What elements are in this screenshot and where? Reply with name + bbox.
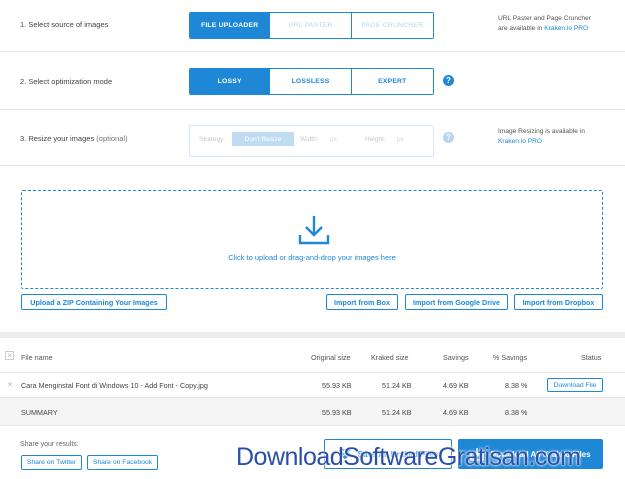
source-note-line2: are available in Kraken.io PRO	[498, 24, 591, 34]
strategy-select[interactable]: Don't Resize	[232, 132, 294, 146]
results-table-header: ✕ File name Original size Kraked size Sa…	[0, 343, 625, 373]
summary-savings: 4.69 KB	[443, 408, 469, 417]
page-cruncher-tab[interactable]: PAGE CRUNCHER	[351, 13, 433, 38]
file-uploader-tab[interactable]: FILE UPLOADER	[190, 13, 271, 38]
resize-options-box: Strategy: Don't Resize Width: px Height:…	[189, 125, 434, 157]
source-note-line1: URL Paster and Page Cruncher	[498, 15, 591, 22]
download-file-button[interactable]: Download File	[547, 378, 603, 392]
row-original-size: 55.93 KB	[322, 381, 352, 390]
width-label: Width:	[300, 136, 319, 143]
header-percent-savings: % Savings	[493, 353, 527, 362]
summary-label: SUMMARY	[21, 408, 58, 417]
table-row: ✕ Cara Menginstal Font di Windows 10 - A…	[0, 373, 625, 398]
resize-optional-text: (optional)	[96, 134, 128, 143]
row-file-name: Cara Menginstal Font di Windows 10 - Add…	[21, 381, 208, 390]
summary-original-size: 55.93 KB	[322, 408, 352, 417]
height-label: Height:	[365, 136, 386, 143]
import-dropbox-button[interactable]: Import from Dropbox	[514, 294, 603, 310]
watermark-text: DownloadSoftwareGratisan.com	[236, 443, 581, 471]
upload-zip-button[interactable]: Upload a ZIP Containing Your Images	[21, 294, 167, 310]
source-pro-note: URL Paster and Page Cruncher are availab…	[498, 14, 591, 33]
header-kraked-size: Kraked size	[371, 353, 409, 362]
dropzone-text: Click to upload or drag-and-drop your im…	[228, 253, 396, 262]
summary-percent-savings: 8.38 %	[505, 408, 528, 417]
header-savings: Savings	[443, 353, 469, 362]
strategy-label: Strategy:	[199, 136, 226, 143]
import-box-button[interactable]: Import from Box	[326, 294, 398, 310]
resize-pro-note: Image Resizing is available in Kraken.io…	[498, 127, 585, 146]
resize-label-text: 3. Resize your images	[20, 134, 95, 143]
clear-all-icon[interactable]: ✕	[5, 351, 14, 360]
width-input[interactable]: px	[330, 136, 337, 143]
share-label: Share your results:	[20, 441, 79, 448]
resize-help-icon[interactable]: ?	[443, 132, 454, 143]
header-status: Status	[581, 353, 602, 362]
import-google-drive-button[interactable]: Import from Google Drive	[405, 294, 508, 310]
expert-tab[interactable]: EXPERT	[351, 69, 433, 94]
remove-row-icon[interactable]: ✕	[7, 380, 13, 389]
header-original-size: Original size	[311, 353, 351, 362]
mode-segmented-control: LOSSY LOSSLESS EXPERT	[189, 68, 434, 95]
source-segmented-control: FILE UPLOADER URL PASTER PAGE CRUNCHER	[189, 12, 434, 39]
upload-dropzone[interactable]: Click to upload or drag-and-drop your im…	[21, 190, 603, 289]
mode-step-label: 2. Select optimization mode	[20, 77, 113, 86]
resize-pro-link[interactable]: Kraken.io PRO	[498, 137, 585, 147]
mode-help-icon[interactable]: ?	[443, 75, 454, 86]
resize-note-line1: Image Resizing is available in	[498, 128, 585, 135]
lossy-tab[interactable]: LOSSY	[190, 69, 271, 94]
row-savings: 4.69 KB	[443, 381, 469, 390]
share-facebook-button[interactable]: Share on Facebook	[87, 455, 158, 470]
url-paster-tab[interactable]: URL PASTER	[270, 13, 352, 38]
share-twitter-button[interactable]: Share on Twitter	[21, 455, 82, 470]
summary-row: SUMMARY 55.93 KB 51.24 KB 4.69 KB 8.38 %	[0, 398, 625, 426]
row-kraked-size: 51.24 KB	[382, 381, 412, 390]
summary-kraked-size: 51.24 KB	[382, 408, 412, 417]
source-note-prefix: are available in	[498, 24, 545, 32]
source-step-label: 1. Select source of images	[20, 20, 109, 29]
header-file-name: File name	[21, 353, 53, 362]
resize-step-label: 3. Resize your images (optional)	[20, 134, 128, 143]
lossless-tab[interactable]: LOSSLESS	[270, 69, 352, 94]
download-arrow-icon	[298, 216, 330, 245]
source-pro-link[interactable]: Kraken.io PRO	[544, 25, 588, 32]
height-input[interactable]: px	[397, 136, 404, 143]
section-separator	[0, 332, 625, 338]
mode-row: 2. Select optimization mode LOSSY LOSSLE…	[0, 52, 625, 110]
source-row: 1. Select source of images FILE UPLOADER…	[0, 0, 625, 52]
row-percent-savings: 8.38 %	[505, 381, 528, 390]
